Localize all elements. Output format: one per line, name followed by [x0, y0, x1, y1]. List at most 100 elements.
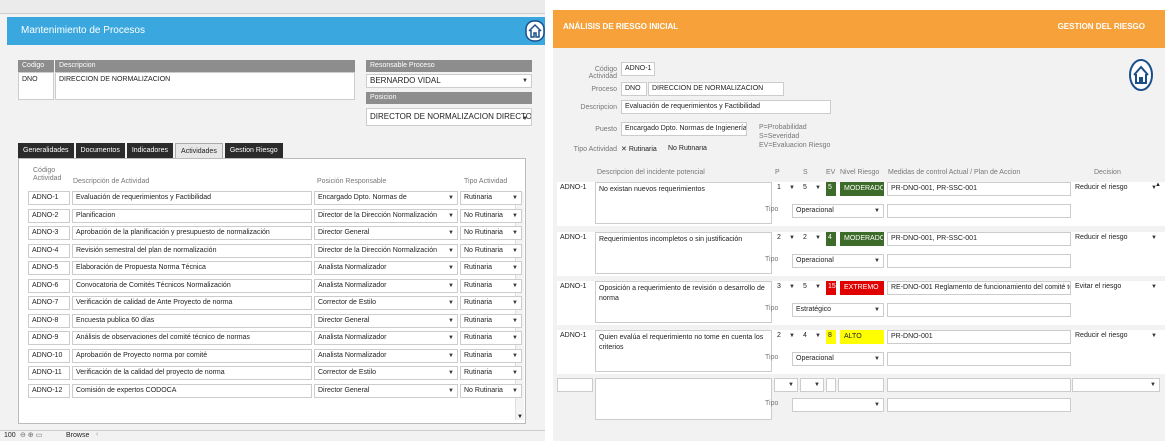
risk-tipo-select[interactable]: Operacional ▼	[792, 352, 884, 366]
activity-code[interactable]: ADNO-2	[28, 208, 70, 223]
risk-p-select[interactable]: 2 ▼	[774, 330, 798, 344]
activity-type-select[interactable]: Rutinaria ▼	[460, 278, 522, 293]
activity-description[interactable]: Comisión de expertos CODOCA	[72, 383, 312, 398]
zoom-icon[interactable]: ⊖ ⊕ ▭	[20, 431, 42, 439]
risk-description[interactable]: Requerimientos incompletos o sin justifi…	[595, 232, 772, 274]
activity-code[interactable]: ADNO-9	[28, 331, 70, 345]
activity-type-select[interactable]: No Rutinaria ▼	[460, 383, 522, 398]
risk-decision-select[interactable]: Evitar el riesgo ▼	[1072, 281, 1160, 295]
risk-plan-field[interactable]	[887, 204, 1071, 218]
risk-s-select[interactable]: 5 ▼	[800, 281, 824, 295]
activity-position-select[interactable]: Analista Normalizador ▼	[314, 348, 458, 363]
risk-new-s[interactable]: ▼	[800, 378, 824, 392]
risk-plan-field[interactable]	[887, 303, 1071, 317]
codigo-field[interactable]: DNO	[18, 72, 54, 100]
activity-code[interactable]: ADNO-6	[28, 278, 70, 293]
risk-s-select[interactable]: 4 ▼	[800, 330, 824, 344]
risk-tipo-select[interactable]: Operacional ▼	[792, 204, 884, 218]
risk-code[interactable]: ADNO-1	[557, 232, 593, 246]
risk-measures-field[interactable]: PR-DNO-001, PR-SSC-001	[887, 182, 1071, 196]
table-row[interactable]: ADNO-1 Evaluación de requerimientos y Fac…	[28, 191, 523, 205]
activity-code[interactable]: ADNO-5	[28, 261, 70, 275]
risk-scroll-up-icon[interactable]: ▲	[1155, 182, 1161, 188]
activity-description[interactable]: Verificación de calidad de Ante Proyecto…	[72, 296, 312, 310]
gestion-riesgo-link[interactable]: GESTION DEL RIESGO	[1058, 22, 1145, 31]
table-row[interactable]: ADNO-9 Análisis de observaciones del comi…	[28, 331, 523, 345]
activity-position-select[interactable]: Director General ▼	[314, 313, 458, 328]
tab-gestion-riesgo[interactable]: Gestion Riesgo	[224, 143, 283, 158]
activity-description[interactable]: Elaboración de Propuesta Norma Técnica	[72, 261, 312, 275]
table-row[interactable]: ADNO-5 Elaboración de Propuesta Norma Téc…	[28, 261, 523, 275]
table-row[interactable]: ADNO-8 Encuesta publica 60 días Director G…	[28, 313, 523, 328]
activity-code[interactable]: ADNO-10	[28, 348, 70, 363]
activity-type-select[interactable]: No Rutinaria ▼	[460, 243, 522, 258]
risk-new-tipo[interactable]: ▼	[792, 398, 884, 412]
activity-position-select[interactable]: Director de la Dirección Normalización ▼	[314, 208, 458, 223]
codigo-actividad-field[interactable]: ADNO-1	[621, 62, 655, 76]
activity-position-select[interactable]: Director General ▼	[314, 226, 458, 240]
activity-code[interactable]: ADNO-1	[28, 191, 70, 205]
activity-description[interactable]: Revisión semestral del plan de normaliza…	[72, 243, 312, 258]
activity-type-select[interactable]: Rutinaria ▼	[460, 313, 522, 328]
mode-label[interactable]: Browse	[66, 432, 89, 439]
activity-type-select[interactable]: Rutinaria ▼	[460, 191, 522, 205]
risk-plan-field[interactable]	[887, 254, 1071, 268]
table-row[interactable]: ADNO-6 Convocatoria de Comités Técnicos N…	[28, 278, 523, 293]
table-row[interactable]: ADNO-4 Revisión semestral del plan de nor…	[28, 243, 523, 258]
risk-description[interactable]: Quien evalúa el requerimiento no tome en…	[595, 330, 772, 372]
activity-position-select[interactable]: Director General ▼	[314, 383, 458, 398]
activity-description[interactable]: Convocatoria de Comités Técnicos Normali…	[72, 278, 312, 293]
activity-description[interactable]: Verificación de la calidad del proyecto …	[72, 366, 312, 380]
risk-description[interactable]: Oposición a requerimiento de revisión o …	[595, 281, 772, 323]
activity-type-select[interactable]: Rutinaria ▼	[460, 348, 522, 363]
risk-new-p[interactable]: ▼	[774, 378, 798, 392]
activity-description[interactable]: Planificacion	[72, 208, 312, 223]
activity-type-select[interactable]: Rutinaria ▼	[460, 366, 522, 380]
table-row[interactable]: ADNO-11 Verificación de la calidad del pr…	[28, 366, 523, 380]
risk-decision-select[interactable]: Reducir el riesgo ▼	[1072, 330, 1160, 344]
activity-code[interactable]: ADNO-12	[28, 383, 70, 398]
responsable-select[interactable]: BERNARDO VIDAL ▼	[366, 74, 532, 88]
home-icon[interactable]	[525, 20, 545, 42]
activity-code[interactable]: ADNO-4	[28, 243, 70, 258]
risk-s-select[interactable]: 5 ▼	[800, 182, 824, 196]
risk-p-select[interactable]: 1 ▼	[774, 182, 798, 196]
activity-position-select[interactable]: Encargado Dpto. Normas de ▼	[314, 191, 458, 205]
risk-code[interactable]: ADNO-1	[557, 330, 593, 344]
risk-description[interactable]: No existan nuevos requerimientos	[595, 182, 772, 224]
risk-s-select[interactable]: 2 ▼	[800, 232, 824, 246]
risk-new-desc[interactable]	[595, 378, 772, 420]
activity-position-select[interactable]: Corrector de Estilo ▼	[314, 296, 458, 310]
activity-code[interactable]: ADNO-3	[28, 226, 70, 240]
activity-type-select[interactable]: Rutinaria ▼	[460, 261, 522, 275]
table-row[interactable]: ADNO-7 Verificación de calidad de Ante Pr…	[28, 296, 523, 310]
table-row[interactable]: ADNO-2 Planificacion Director de la Direcc…	[28, 208, 523, 223]
tab-generalidades[interactable]: Generalidades	[18, 143, 74, 158]
chevron-left-icon[interactable]: ‹	[96, 431, 98, 438]
risk-decision-select[interactable]: Reducir el riesgo ▼	[1072, 232, 1160, 246]
tab-documentos[interactable]: Documentos	[75, 143, 125, 158]
home-icon[interactable]	[1128, 58, 1154, 92]
table-row[interactable]: ADNO-3 Aprobación de la planificación y p…	[28, 226, 523, 240]
proceso-name-field[interactable]: DIRECCION DE NORMALIZACION	[648, 82, 784, 96]
risk-decision-select[interactable]: Reducir el riesgo ▼	[1072, 182, 1160, 196]
puesto-field[interactable]: Encargado Dpto. Normas de Ingienerías y	[621, 122, 747, 136]
activity-type-select[interactable]: No Rutinaria ▼	[460, 208, 522, 223]
activity-description[interactable]: Aprobación de Proyecto norma por comité	[72, 348, 312, 363]
activity-position-select[interactable]: Corrector de Estilo ▼	[314, 366, 458, 380]
zoom-level[interactable]: 100	[4, 432, 16, 439]
activity-position-select[interactable]: Director de la Dirección Normalización ▼	[314, 243, 458, 258]
risk-new-code[interactable]	[557, 378, 593, 392]
activity-type-select[interactable]: Rutinaria ▼	[460, 331, 522, 345]
tab-indicadores[interactable]: Indicadores	[126, 143, 174, 158]
table-row[interactable]: ADNO-12 Comisión de expertos CODOCA Direct…	[28, 383, 523, 398]
descripcion-field-right[interactable]: Evaluación de requerimientos y Factibili…	[621, 100, 831, 114]
activity-position-select[interactable]: Analista Normalizador ▼	[314, 331, 458, 345]
posicion-select[interactable]: DIRECTOR DE NORMALIZACION DIRECTOR ▼	[366, 108, 532, 126]
activity-description[interactable]: Aprobación de la planificación y presupu…	[72, 226, 312, 240]
descripcion-field[interactable]: DIRECCION DE NORMALIZACION	[55, 72, 355, 100]
tipo-rutinaria-option[interactable]: ✕ Rutinaria	[621, 145, 657, 153]
risk-measures-field[interactable]: RE-DNO-001 Reglamento de funcionamiento …	[887, 281, 1071, 295]
risk-new-plan[interactable]	[887, 398, 1071, 412]
risk-new-decision[interactable]: ▼	[1072, 378, 1160, 392]
